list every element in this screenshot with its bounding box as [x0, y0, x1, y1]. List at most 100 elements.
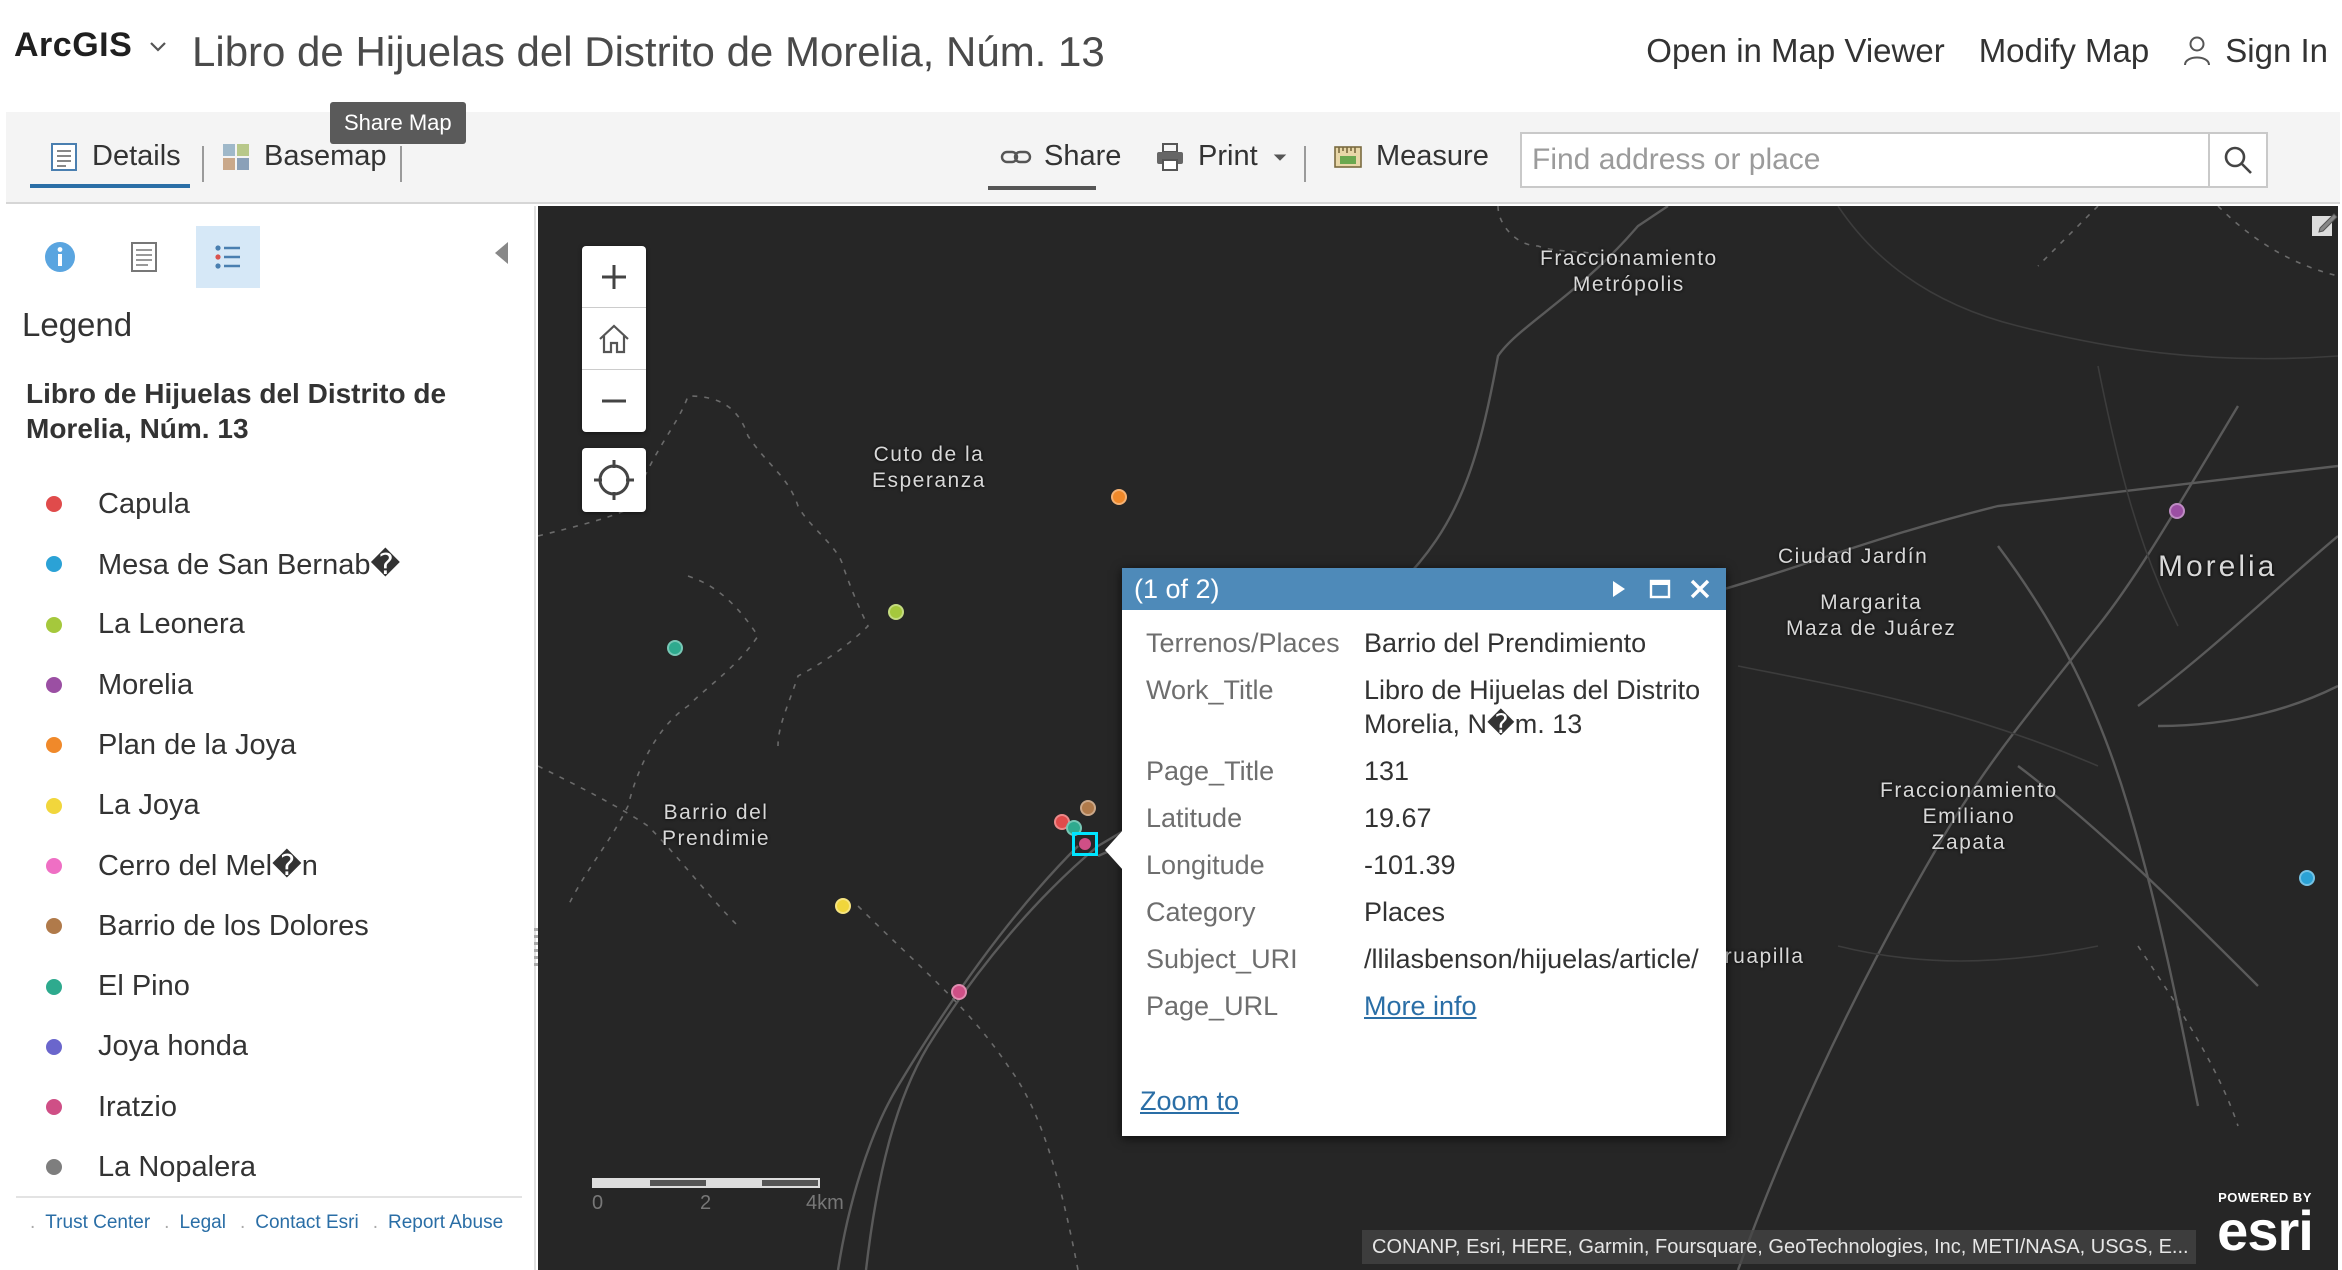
next-feature-icon[interactable]	[1606, 577, 1630, 601]
legend-symbol	[46, 978, 62, 995]
minor-road	[1737, 665, 2099, 767]
map-label-ciudad-jardin: Ciudad Jardín	[1778, 545, 1929, 568]
legend-symbol	[46, 737, 62, 754]
arcgis-menu[interactable]: ArcGIS	[14, 26, 170, 65]
share-button[interactable]: Share	[1000, 140, 1121, 173]
map-attribution[interactable]: CONANP, Esri, HERE, Garmin, Foursquare, …	[1362, 1230, 2196, 1264]
legend-label: La Nopalera	[98, 1150, 256, 1183]
legend-symbol	[46, 556, 62, 573]
popup-field-row: Work_Title Libro de Hijuelas del Distrito…	[1146, 673, 1726, 741]
map-point-iratzio[interactable]	[951, 984, 967, 1000]
popup-field-label: Latitude	[1146, 803, 1243, 833]
contact-esri-link[interactable]: Contact Esri	[240, 1212, 358, 1234]
legend-item: Barrio de los Dolores	[46, 896, 400, 956]
feature-popup: (1 of 2) Terrenos/Places Barrio del Prend…	[1105, 568, 1726, 1136]
open-in-map-viewer-link[interactable]: Open in Map Viewer	[1646, 32, 1944, 70]
details-button[interactable]: Details	[48, 140, 181, 173]
road	[2157, 684, 2338, 728]
print-button[interactable]: Print	[1154, 140, 1290, 173]
close-icon[interactable]	[1688, 577, 1712, 601]
edit-icon[interactable]	[2310, 210, 2338, 238]
search-button[interactable]	[2208, 134, 2266, 186]
sign-in-link[interactable]: Sign In	[2183, 32, 2328, 70]
map-view[interactable]: Fraccionamiento Metrópolis Cuto de la Es…	[538, 206, 2338, 1270]
report-abuse-link[interactable]: Report Abuse	[373, 1212, 503, 1234]
locate-button[interactable]	[582, 448, 646, 512]
legend-item: Joya honda	[46, 1017, 400, 1077]
legend-label: La Joya	[98, 789, 200, 822]
measure-label: Measure	[1376, 140, 1489, 172]
legal-link[interactable]: Legal	[164, 1212, 226, 1234]
map-point-barrio-de-los-dolores[interactable]	[1080, 800, 1096, 816]
popup-field-row: Page_Title 131	[1146, 754, 1726, 788]
popup-field-value: 131	[1364, 756, 1410, 786]
popup-field-value: 19.67	[1364, 803, 1432, 833]
popup-field-label: Subject_URI	[1146, 944, 1298, 974]
basemap-button[interactable]: Basemap	[220, 140, 387, 173]
map-point-el-pino[interactable]	[667, 640, 683, 656]
tab-about[interactable]	[28, 226, 92, 288]
map-point-plan-de-la-joya[interactable]	[1111, 489, 1127, 505]
popup-field-label: Page_Title	[1146, 756, 1275, 786]
modify-map-link[interactable]: Modify Map	[1979, 32, 2150, 70]
locate-crosshair-icon	[594, 460, 634, 500]
share-active-indicator	[988, 186, 1096, 190]
basemap-label: Basemap	[264, 140, 387, 172]
legend-item: Morelia	[46, 655, 400, 715]
plus-icon	[602, 264, 626, 289]
legend-symbol	[46, 616, 62, 633]
legend-item: La Joya	[46, 775, 400, 835]
home-button[interactable]	[582, 308, 646, 370]
legend-item: Plan de la Joya	[46, 715, 400, 775]
ruler-icon	[1334, 145, 1362, 168]
measure-button[interactable]: Measure	[1332, 140, 1489, 173]
map-point-la-joya[interactable]	[835, 898, 851, 914]
trust-center-link[interactable]: Trust Center	[30, 1212, 150, 1234]
more-info-link[interactable]: More info	[1364, 989, 1477, 1023]
maximize-icon[interactable]	[1648, 577, 1672, 601]
search-input[interactable]	[1522, 134, 2208, 186]
details-icon	[51, 142, 77, 171]
zoom-in-button[interactable]	[582, 246, 646, 308]
legend-symbol	[46, 1038, 62, 1055]
legend-symbol	[46, 797, 62, 814]
legend-list: Capula Mesa de San Bernab� La Leonera Morel…	[46, 474, 400, 1198]
search-icon	[2224, 146, 2252, 174]
sign-in-label: Sign In	[2225, 32, 2328, 69]
collapse-panel-icon[interactable]	[492, 240, 510, 266]
popup-feature-count: (1 of 2)	[1134, 574, 1220, 604]
popup-field-list: Terrenos/Places Barrio del Prendimiento Wo…	[1146, 626, 1726, 976]
map-point-la-leonera[interactable]	[888, 604, 904, 620]
zoom-out-button[interactable]	[582, 370, 646, 432]
caret-down-icon	[1273, 154, 1286, 161]
map-label-fraccionamiento-metropolis: Fraccionamiento Metrópolis	[1540, 247, 1718, 296]
legend-heading: Legend	[22, 306, 133, 343]
scale-tick-label: 0	[592, 1192, 604, 1214]
toolbar-divider	[400, 146, 402, 182]
esri-logo[interactable]: POWERED BY esri	[2204, 1190, 2326, 1259]
road	[864, 845, 1099, 1270]
popup-field-value: Places	[1364, 897, 1446, 927]
popup-field-row: Subject_URI/llilasbenson/hijuelas/articl…	[1146, 942, 1726, 976]
search-box	[1520, 132, 2268, 188]
boundary	[857, 905, 1079, 1270]
map-point-morelia[interactable]	[2169, 503, 2185, 519]
user-icon	[2184, 36, 2211, 66]
legend-item: Iratzio	[46, 1077, 400, 1137]
top-header: ArcGIS Libro de Hijuelas del Distrito de…	[0, 0, 2342, 112]
left-panel: Legend Libro de Hijuelas del Distrito de…	[6, 206, 542, 1270]
map-point-mesa-de-san-bernabe[interactable]	[2299, 870, 2315, 886]
popup-field-value: /llilasbenson/hijuelas/article/	[1364, 944, 1699, 974]
scale-bar: 0 2 4km	[592, 1178, 852, 1214]
tab-content[interactable]	[112, 226, 176, 288]
tab-legend[interactable]	[196, 226, 260, 288]
legend-label: Barrio de los Dolores	[98, 909, 369, 942]
scale-bar-graphic	[592, 1178, 820, 1188]
legend-layer-title: Libro de Hijuelas del Distrito de Moreli…	[26, 378, 447, 444]
popup-attributes: Terrenos/Places Barrio del Prendimiento Wo…	[1146, 626, 1726, 1046]
popup-header: (1 of 2)	[1122, 568, 1726, 610]
map-label-morelia: Morelia	[2158, 550, 2278, 583]
legend-symbol	[46, 857, 62, 874]
zoom-to-link[interactable]: Zoom to	[1140, 1086, 1239, 1117]
popup-field-row: Category Places	[1146, 895, 1726, 929]
